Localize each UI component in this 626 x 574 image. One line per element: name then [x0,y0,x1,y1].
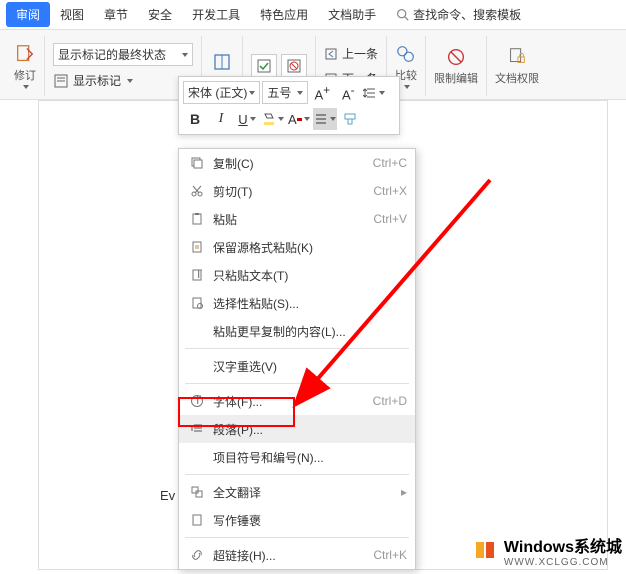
menu-hyperlink[interactable]: 超链接(H)...Ctrl+K [179,541,415,569]
tab-chapter[interactable]: 章节 [94,2,138,27]
chevron-down-icon [249,91,255,95]
reject-button[interactable] [281,54,307,78]
chevron-down-icon [23,85,29,89]
menu-translate[interactable]: 全文翻译▸ [179,478,415,506]
font-name-combo[interactable]: 宋体 (正文) [183,81,260,104]
tab-special[interactable]: 特色应用 [250,2,318,27]
chevron-down-icon [330,117,336,121]
lock-icon [445,46,467,68]
compare-icon [395,43,417,65]
clipboard-format-icon [190,240,204,254]
watermark: Windows系统城 WWW.XCLGG.COM [474,533,622,568]
revise-button[interactable]: 修订 [14,43,36,89]
prev-change-button[interactable]: 上一条 [324,45,378,62]
menu-copy[interactable]: 复制(C)Ctrl+C [179,149,415,177]
italic-button[interactable]: I [209,108,233,130]
menu-paste-earlier[interactable]: 粘贴更早复制的内容(L)... [179,317,415,345]
command-search[interactable]: 查找命令、搜索模板 [396,6,521,23]
translate-icon [190,485,204,499]
format-painter-button[interactable] [339,108,363,130]
chevron-down-icon [182,53,188,57]
menu-separator [185,348,409,349]
menu-paste-special[interactable]: 选择性粘贴(S)... [179,289,415,317]
align-button[interactable] [313,108,337,130]
tab-devtools[interactable]: 开发工具 [182,2,250,27]
context-menu: 复制(C)Ctrl+C 剪切(T)Ctrl+X 粘贴Ctrl+V 保留源格式粘贴… [178,148,416,570]
scissors-icon [190,184,204,198]
status-combo-label: 显示标记的最终状态 [58,46,166,63]
chevron-down-icon [297,91,303,95]
toolgroup-revise: 修订 [6,36,45,96]
writing-icon [190,513,204,527]
bold-button[interactable]: B [183,108,207,130]
tab-security[interactable]: 安全 [138,2,182,27]
mini-toolbar: 宋体 (正文) 五号 A+ A- B I U A [178,76,400,135]
tab-dochelper[interactable]: 文档助手 [318,2,386,27]
link-icon [190,548,204,562]
toolgroup-restrict: 限制编辑 [426,36,487,96]
menu-paste-text[interactable]: T只粘贴文本(T) [179,261,415,289]
review-status-combo[interactable]: 显示标记的最终状态 [53,43,193,66]
menu-font[interactable]: T字体(F)...Ctrl+D [179,387,415,415]
show-marks-icon [53,73,69,89]
watermark-url: WWW.XCLGG.COM [504,557,622,568]
menu-paste-keep[interactable]: 保留源格式粘贴(K) [179,233,415,261]
menu-separator [185,537,409,538]
font-color-button[interactable]: A [287,108,311,130]
chevron-down-icon [250,117,256,121]
tab-review[interactable]: 审阅 [6,2,50,27]
menu-hanzi[interactable]: 汉字重选(V) [179,352,415,380]
copy-icon [190,156,204,170]
review-pane-button[interactable] [210,51,234,73]
tab-view[interactable]: 视图 [50,2,94,27]
svg-text:T: T [195,268,203,281]
show-marks-button[interactable]: 显示标记 [73,72,121,89]
menu-bullets[interactable]: 项目符号和编号(N)... [179,443,415,471]
watermark-title: Windows系统城 [504,533,622,557]
search-placeholder: 查找命令、搜索模板 [413,6,521,23]
menu-paragraph[interactable]: 段落(P)... [179,415,415,443]
svg-text:T: T [194,394,202,407]
pencil-doc-icon [14,43,36,65]
clipboard-text-icon: T [190,268,204,282]
chevron-down-icon [278,117,284,121]
font-size-combo[interactable]: 五号 [262,81,308,104]
paragraph-icon [190,422,204,436]
clipboard-icon [190,212,204,226]
logo-icon [474,538,500,564]
line-spacing-button[interactable] [362,82,386,104]
accept-button[interactable] [251,54,277,78]
doc-text-fragment: Ev [160,488,175,503]
font-icon: T [190,394,204,408]
menu-separator [185,474,409,475]
search-icon [396,8,409,21]
clipboard-special-icon [190,296,204,310]
menu-paste[interactable]: 粘贴Ctrl+V [179,205,415,233]
highlight-button[interactable] [261,108,285,130]
revise-label: 修订 [14,67,36,83]
underline-button[interactable]: U [235,108,259,130]
menu-bar: 审阅 视图 章节 安全 开发工具 特色应用 文档助手 查找命令、搜索模板 [0,0,626,30]
chevron-right-icon: ▸ [401,485,407,499]
restrict-edit-button[interactable]: 限制编辑 [434,46,478,86]
chevron-down-icon [304,117,310,121]
menu-cut[interactable]: 剪切(T)Ctrl+X [179,177,415,205]
grow-font-button[interactable]: A+ [310,82,334,104]
chevron-down-icon [379,91,385,95]
menu-writing[interactable]: 写作锤褒 [179,506,415,534]
menu-separator [185,383,409,384]
chevron-down-icon [127,79,133,83]
prev-icon [324,47,338,61]
doc-permission-button[interactable]: 文档权限 [495,46,539,86]
chevron-down-icon [404,85,410,89]
toolgroup-perm: 文档权限 [487,36,547,96]
shield-icon [506,46,528,68]
shrink-font-button[interactable]: A- [336,82,360,104]
